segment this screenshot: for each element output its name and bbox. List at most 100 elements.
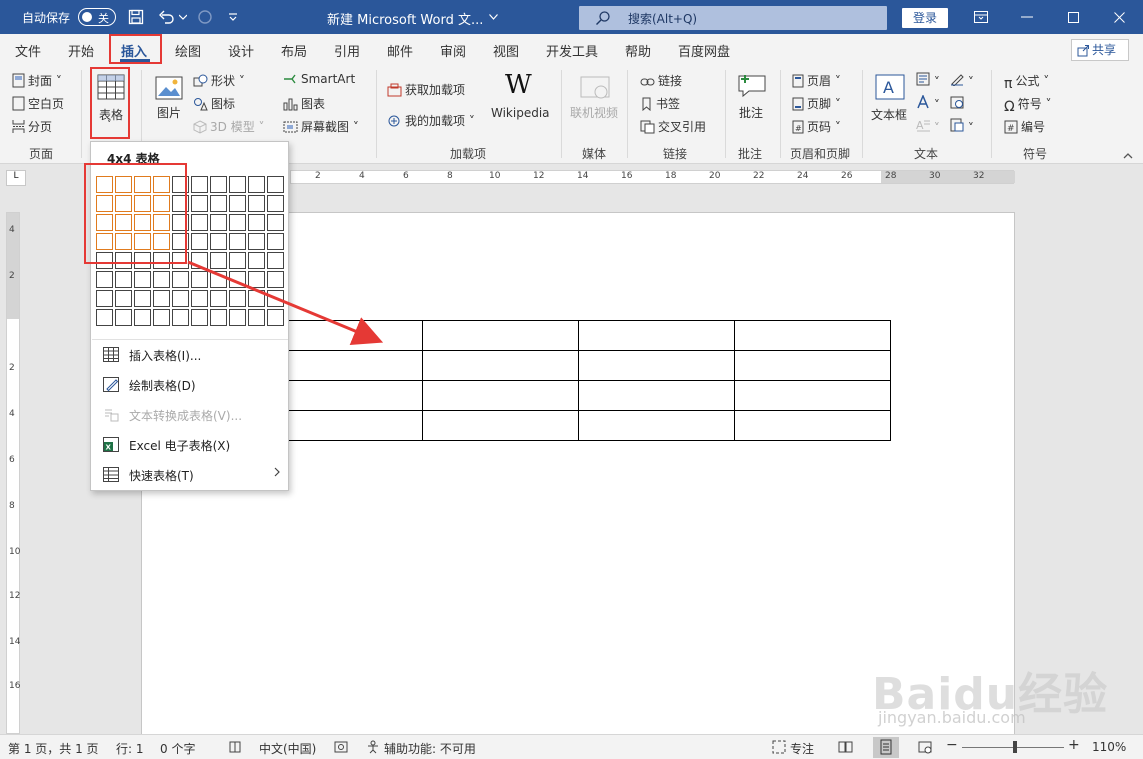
grid-cell[interactable]	[229, 195, 246, 212]
tab-layout[interactable]: 布局	[281, 41, 307, 60]
inserted-table[interactable]	[266, 320, 891, 441]
grid-cell[interactable]	[229, 214, 246, 231]
grid-cell[interactable]	[229, 309, 246, 326]
grid-cell[interactable]	[191, 271, 208, 288]
read-mode-icon[interactable]	[838, 740, 853, 757]
draw-table-menu-item[interactable]: 绘制表格(D)	[103, 374, 283, 396]
symbol-button[interactable]: Ω 符号 ˅	[1004, 95, 1052, 115]
grid-cell[interactable]	[210, 309, 227, 326]
zoom-level[interactable]: 110%	[1092, 740, 1126, 754]
object-icon[interactable]: ˅	[950, 118, 974, 135]
grid-cell[interactable]	[267, 233, 284, 250]
grid-cell[interactable]	[267, 252, 284, 269]
table-cell[interactable]	[266, 380, 423, 411]
table-cell[interactable]	[422, 350, 579, 381]
tab-review[interactable]: 审阅	[440, 41, 466, 60]
grid-cell[interactable]	[191, 309, 208, 326]
my-addins-button[interactable]: 我的加载项 ˅	[387, 112, 475, 131]
grid-cell[interactable]	[267, 176, 284, 193]
table-cell[interactable]	[422, 320, 579, 351]
chart-button[interactable]: 图表	[283, 95, 325, 114]
equation-button[interactable]: π 公式 ˅	[1004, 72, 1049, 92]
icons-button[interactable]: 图标	[193, 95, 235, 114]
table-cell[interactable]	[734, 350, 891, 381]
undo-dropdown-icon[interactable]	[177, 6, 189, 28]
table-cell[interactable]	[266, 410, 423, 441]
focus-icon[interactable]	[772, 740, 786, 757]
tab-mailings[interactable]: 邮件	[387, 41, 413, 60]
zoom-out-button[interactable]: −	[946, 737, 958, 753]
ribbon-display-icon[interactable]	[966, 6, 996, 28]
zoom-in-button[interactable]: +	[1068, 737, 1080, 753]
header-button[interactable]: 页眉 ˅	[792, 72, 841, 91]
get-addins-button[interactable]: 获取加载项	[387, 81, 465, 100]
tab-help[interactable]: 帮助	[625, 41, 651, 60]
shapes-button[interactable]: 形状 ˅	[193, 72, 245, 91]
grid-cell[interactable]	[229, 252, 246, 269]
language-indicator[interactable]: 中文(中国)	[259, 740, 316, 757]
table-cell[interactable]	[266, 350, 423, 381]
cover-page-button[interactable]: 封面 ˅	[12, 72, 62, 91]
grid-cell[interactable]	[248, 309, 265, 326]
table-cell[interactable]	[422, 380, 579, 411]
page-count[interactable]: 第 1 页，共 1 页	[8, 740, 99, 757]
footer-button[interactable]: 页脚 ˅	[792, 95, 841, 114]
save-icon[interactable]	[125, 6, 147, 28]
page-number-button[interactable]: # 页码 ˅	[792, 118, 841, 137]
table-cell[interactable]	[734, 320, 891, 351]
grid-cell[interactable]	[153, 309, 170, 326]
table-cell[interactable]	[578, 410, 735, 441]
grid-cell[interactable]	[96, 309, 113, 326]
smartart-button[interactable]: SmartArt	[283, 72, 355, 89]
grid-cell[interactable]	[210, 252, 227, 269]
grid-cell[interactable]	[229, 271, 246, 288]
minimize-icon[interactable]	[1012, 6, 1042, 28]
grid-cell[interactable]	[210, 271, 227, 288]
textbox-button[interactable]: A 文本框	[871, 72, 911, 132]
grid-cell[interactable]	[229, 233, 246, 250]
grid-cell[interactable]	[248, 290, 265, 307]
table-cell[interactable]	[734, 410, 891, 441]
grid-cell[interactable]	[153, 271, 170, 288]
grid-cell[interactable]	[191, 233, 208, 250]
tab-references[interactable]: 引用	[334, 41, 360, 60]
link-button[interactable]: 链接	[640, 72, 682, 91]
tab-baidu-netdisk[interactable]: 百度网盘	[678, 41, 730, 60]
tab-file[interactable]: 文件	[15, 41, 41, 60]
web-layout-icon[interactable]	[918, 740, 933, 757]
tab-selector[interactable]: L	[6, 170, 26, 186]
login-button[interactable]: 登录	[902, 8, 948, 28]
grid-cell[interactable]	[267, 309, 284, 326]
grid-cell[interactable]	[115, 271, 132, 288]
grid-cell[interactable]	[172, 271, 189, 288]
grid-cell[interactable]	[248, 195, 265, 212]
grid-cell[interactable]	[191, 290, 208, 307]
quickparts-icon[interactable]: ˅	[916, 72, 940, 89]
grid-cell[interactable]	[153, 290, 170, 307]
picture-button[interactable]: 图片	[153, 76, 183, 132]
macro-icon[interactable]	[334, 740, 349, 757]
grid-cell[interactable]	[96, 290, 113, 307]
customize-toolbar-icon[interactable]	[222, 6, 244, 28]
grid-cell[interactable]	[210, 233, 227, 250]
grid-cell[interactable]	[191, 214, 208, 231]
number-button[interactable]: # 编号	[1004, 118, 1045, 137]
zoom-slider-thumb[interactable]	[1013, 741, 1017, 753]
grid-cell[interactable]	[229, 176, 246, 193]
collapse-ribbon-icon[interactable]	[1123, 148, 1133, 162]
close-icon[interactable]	[1104, 6, 1134, 28]
grid-cell[interactable]	[210, 195, 227, 212]
tab-home[interactable]: 开始	[68, 41, 94, 60]
autosave-toggle[interactable]: 关	[78, 8, 116, 26]
insert-table-menu-item[interactable]: 插入表格(I)...	[103, 344, 283, 366]
search-box[interactable]: 搜索(Alt+Q)	[579, 6, 887, 30]
grid-cell[interactable]	[229, 290, 246, 307]
grid-cell[interactable]	[134, 290, 151, 307]
grid-cell[interactable]	[248, 214, 265, 231]
grid-cell[interactable]	[248, 176, 265, 193]
screenshot-button[interactable]: 屏幕截图 ˅	[283, 118, 359, 137]
grid-cell[interactable]	[210, 176, 227, 193]
focus-label[interactable]: 专注	[790, 740, 814, 757]
grid-cell[interactable]	[210, 214, 227, 231]
blank-page-button[interactable]: 空白页	[12, 95, 64, 114]
